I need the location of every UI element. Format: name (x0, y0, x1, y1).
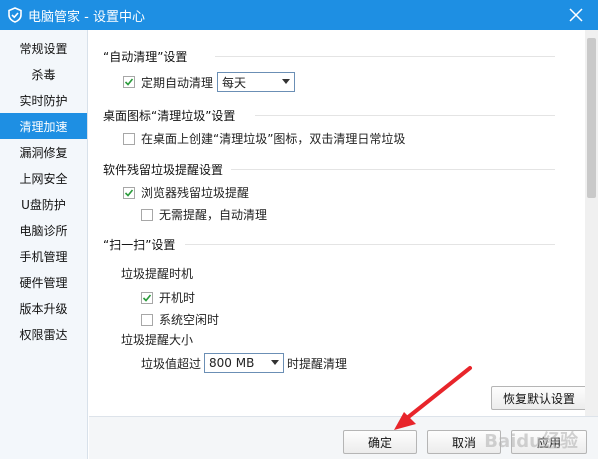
desktop-icon-label[interactable]: 在桌面上创建“清理垃圾”图标，双击清理日常垃圾 (141, 130, 405, 147)
divider (255, 115, 555, 116)
auto-clean-row: 定期自动清理 每天 (123, 72, 296, 92)
section-residual-title: 软件残留垃圾提醒设置 (103, 161, 223, 178)
auto-clean-checkbox[interactable] (123, 76, 135, 88)
threshold-size-select[interactable]: 800 MB (204, 353, 285, 373)
desktop-icon-checkbox[interactable] (123, 132, 135, 145)
window-title: 电脑管家 - 设置中心 (28, 9, 145, 25)
watermark: Baidu经验 (484, 431, 578, 452)
ok-button[interactable]: 确定 (343, 430, 417, 454)
reminder-size-label: 垃圾提醒大小 (121, 333, 194, 347)
restore-defaults-button[interactable]: 恢复默认设置 (491, 386, 585, 410)
browser-residual-checkbox[interactable] (123, 186, 135, 199)
sidebar-item-realtime-protection[interactable]: 实时防护 (0, 87, 87, 113)
sidebar-item-hardware-management[interactable]: 硬件管理 (0, 269, 87, 295)
browser-residual-row: 浏览器残留垃圾提醒 (123, 184, 249, 201)
reminder-time-label: 垃圾提醒时机 (121, 267, 194, 281)
on-idle-label[interactable]: 系统空闲时 (159, 311, 219, 328)
chevron-down-icon (282, 79, 291, 84)
section-title-text: 软件残留垃圾提醒设置 (103, 163, 224, 177)
on-idle-row: 系统空闲时 (141, 311, 219, 328)
on-boot-row: 开机时 (141, 289, 195, 306)
reminder-time-heading: 垃圾提醒时机 (121, 265, 193, 282)
divider (215, 56, 555, 57)
sidebar-item-pc-clinic[interactable]: 电脑诊所 (0, 217, 87, 243)
section-title-text: “扫一扫”设置 (103, 238, 176, 252)
sidebar-item-permission-radar[interactable]: 权限雷达 (0, 321, 87, 347)
close-icon[interactable] (566, 5, 586, 25)
threshold-prefix: 垃圾值超过 (141, 356, 202, 371)
scrollbar-thumb[interactable] (587, 38, 596, 198)
content-scrollbar[interactable] (585, 30, 598, 416)
on-idle-checkbox[interactable] (141, 313, 153, 326)
divider (185, 244, 555, 245)
auto-clean-label[interactable]: 定期自动清理 (141, 74, 213, 91)
threshold-value: 800 MB (209, 356, 255, 370)
sidebar-item-vulnerability-fix[interactable]: 漏洞修复 (0, 139, 87, 165)
auto-clean-no-remind-checkbox[interactable] (141, 208, 153, 221)
title-bar: 电脑管家 - 设置中心 (0, 0, 598, 30)
divider (231, 169, 555, 170)
on-boot-checkbox[interactable] (141, 291, 153, 304)
sidebar: 常规设置 杀毒 实时防护 清理加速 漏洞修复 上网安全 U盘防护 电脑诊所 手机… (0, 30, 88, 459)
auto-clean-no-remind-row: 无需提醒，自动清理 (141, 206, 267, 223)
section-auto-clean-title: “自动清理”设置 (103, 48, 187, 65)
sidebar-item-general[interactable]: 常规设置 (0, 35, 87, 61)
sidebar-item-antivirus[interactable]: 杀毒 (0, 61, 87, 87)
section-scan-title: “扫一扫”设置 (103, 236, 175, 253)
reminder-size-heading: 垃圾提醒大小 (121, 331, 193, 348)
desktop-icon-row: 在桌面上创建“清理垃圾”图标，双击清理日常垃圾 (123, 130, 405, 147)
chevron-down-icon (271, 360, 280, 365)
sidebar-item-cleanup[interactable]: 清理加速 (0, 113, 87, 139)
sidebar-item-phone-management[interactable]: 手机管理 (0, 243, 87, 269)
sidebar-item-usb-protection[interactable]: U盘防护 (0, 191, 87, 217)
browser-residual-label[interactable]: 浏览器残留垃圾提醒 (141, 184, 249, 201)
section-title-text: 桌面图标“清理垃圾”设置 (103, 109, 236, 123)
auto-clean-no-remind-label[interactable]: 无需提醒，自动清理 (159, 206, 267, 223)
auto-clean-frequency-select[interactable]: 每天 (217, 72, 296, 92)
shield-logo-icon (6, 6, 24, 24)
frequency-value: 每天 (222, 75, 247, 90)
sidebar-item-web-security[interactable]: 上网安全 (0, 165, 87, 191)
threshold-row: 垃圾值超过 800 MB 时提醒清理 (141, 353, 347, 373)
on-boot-label[interactable]: 开机时 (159, 289, 195, 306)
section-title-text: “自动清理”设置 (103, 50, 188, 64)
section-desktop-icon-title: 桌面图标“清理垃圾”设置 (103, 107, 235, 124)
threshold-suffix: 时提醒清理 (287, 356, 348, 371)
settings-content: “自动清理”设置 定期自动清理 每天 桌面图标“清理垃圾”设置 在桌面上创建“清… (89, 30, 585, 416)
sidebar-item-version-upgrade[interactable]: 版本升级 (0, 295, 87, 321)
